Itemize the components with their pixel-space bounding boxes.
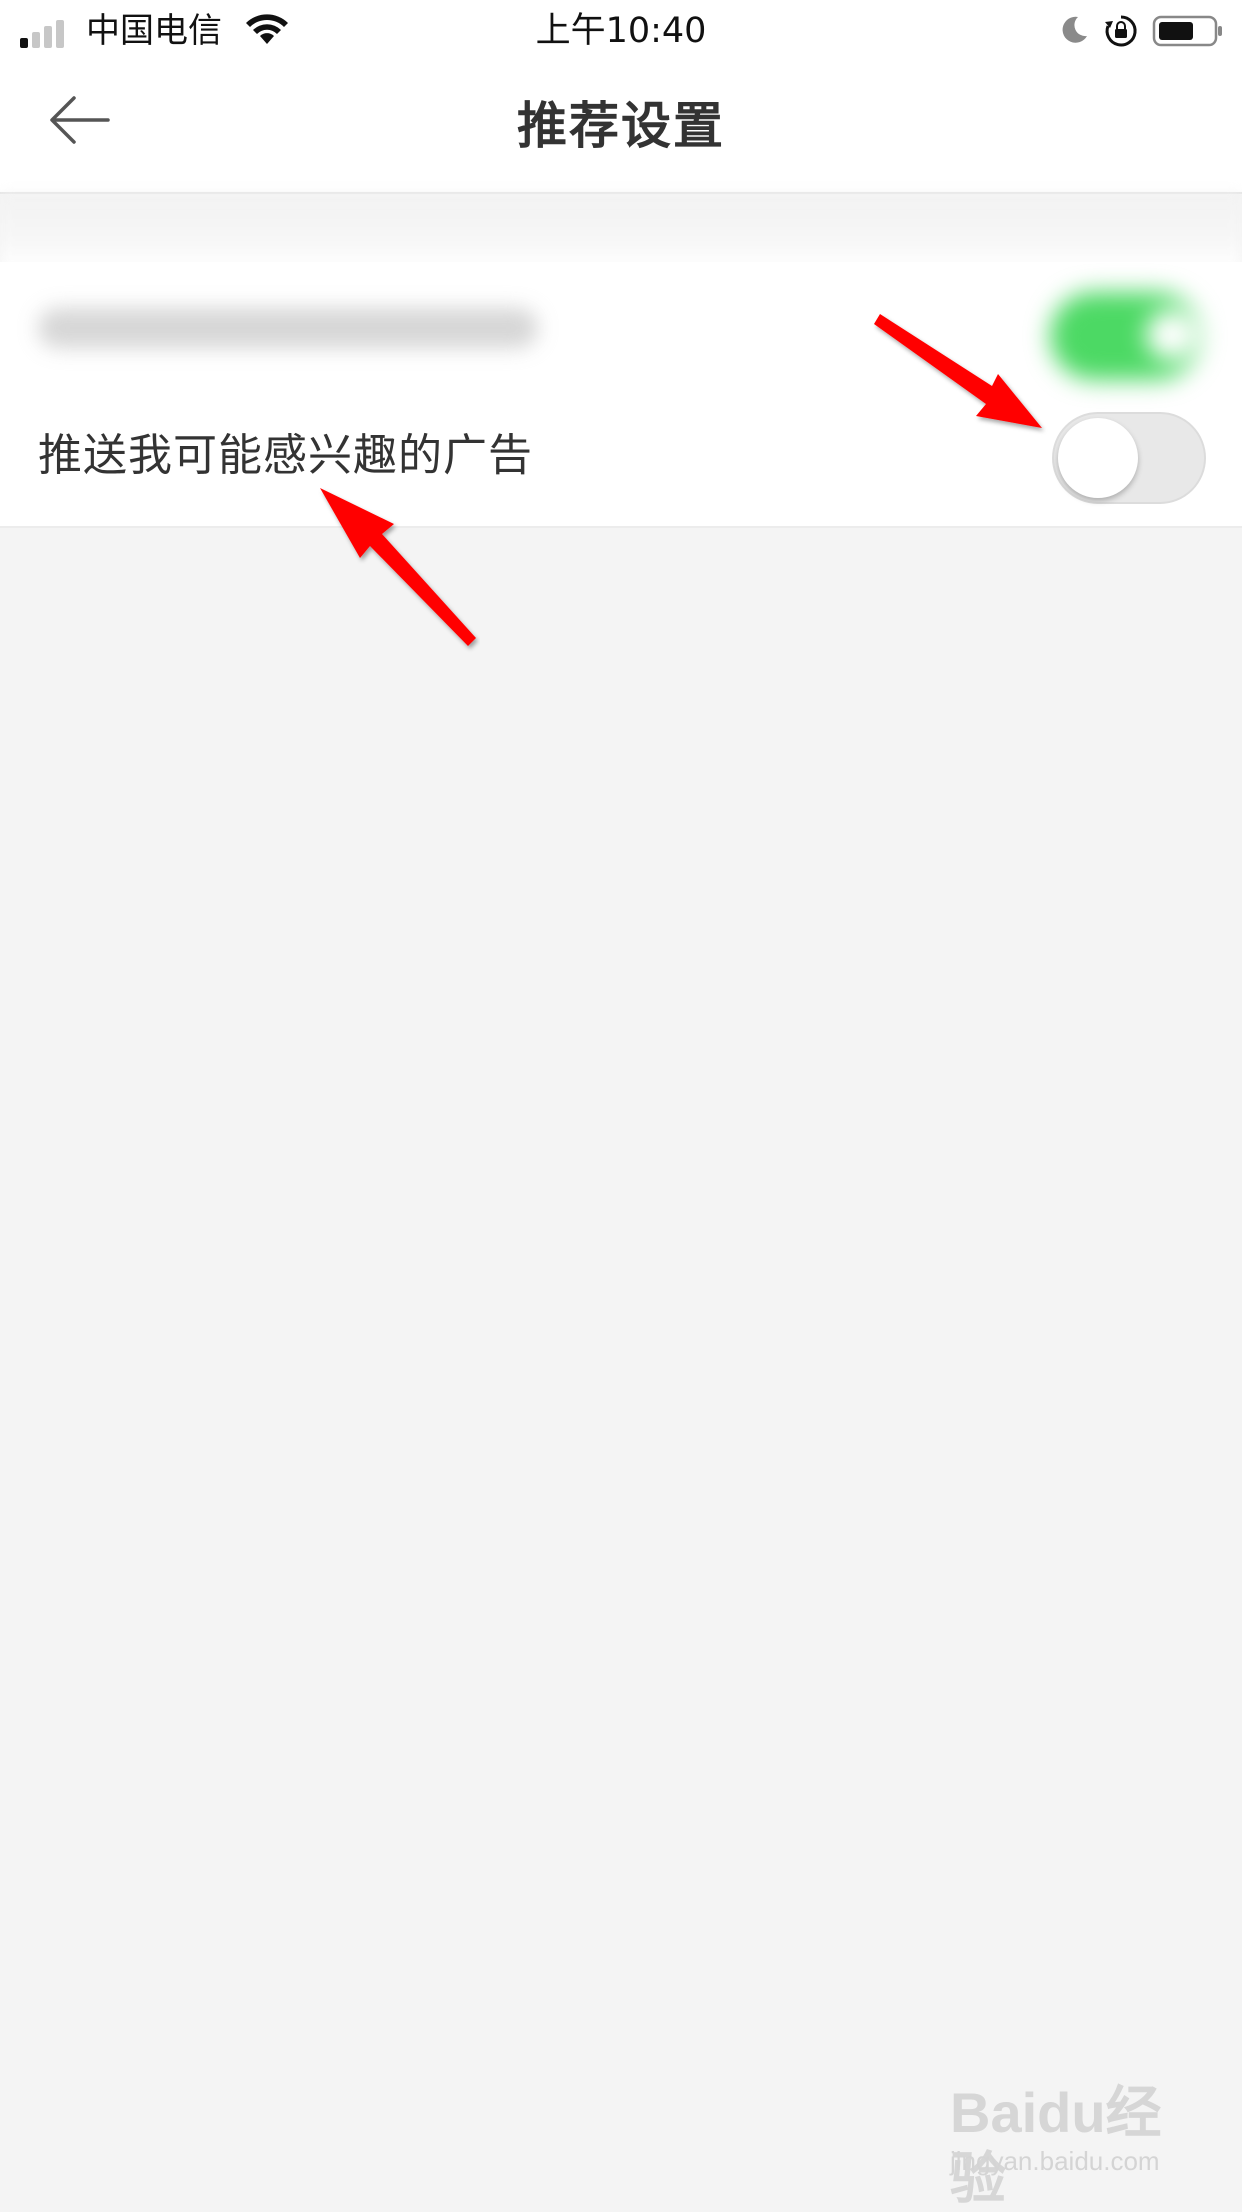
settings-row-blurred[interactable] (0, 262, 1242, 394)
blurred-setting-label (38, 308, 538, 348)
baidu-watermark: Baidu经验 jingyan.baidu.com (950, 2080, 1210, 2210)
moon-icon (1062, 16, 1087, 43)
ad-push-toggle[interactable] (1052, 412, 1206, 504)
watermark-url: jingyan.baidu.com (950, 2146, 1160, 2176)
lock-rotation-icon (1105, 15, 1137, 47)
settings-list: 推送我可能感兴趣的广告 (0, 262, 1242, 528)
status-bar: 中国电信 上午10:40 (0, 0, 1242, 62)
blurred-toggle-switch[interactable] (1050, 282, 1200, 380)
toggle-knob (1058, 418, 1138, 498)
battery-icon (1152, 15, 1222, 47)
ad-push-label: 推送我可能感兴趣的广告 (38, 430, 533, 481)
page-title: 推荐设置 (517, 97, 725, 155)
section-separator (0, 194, 1242, 270)
nav-bar: 推荐设置 (0, 62, 1242, 194)
annotation-arrow-to-toggle (874, 314, 1042, 428)
annotation-arrow-to-label (320, 488, 476, 646)
status-time: 上午10:40 (535, 11, 707, 51)
